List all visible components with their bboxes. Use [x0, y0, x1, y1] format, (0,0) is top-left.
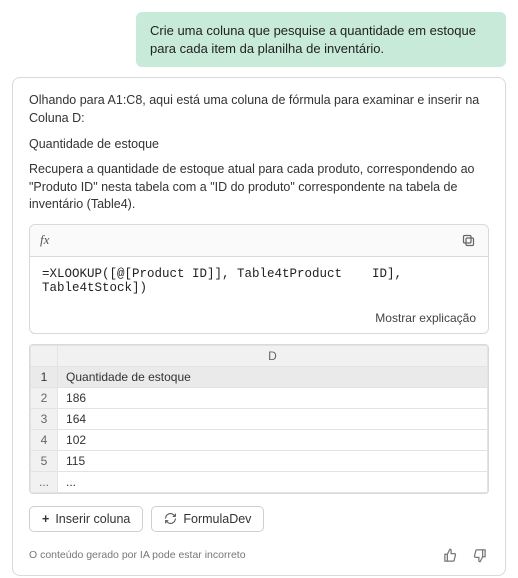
row-number: 2 — [31, 387, 58, 408]
assistant-response-card: Olhando para A1:C8, aqui está uma coluna… — [12, 77, 506, 576]
action-row: + Inserir coluna FormulaDev — [29, 506, 489, 532]
row-number: 3 — [31, 408, 58, 429]
formula-block: fx =XLOOKUP([@[Product ID]], Table4tProd… — [29, 224, 489, 334]
cell: 102 — [58, 429, 488, 450]
refresh-icon — [164, 512, 177, 525]
row-number: ... — [31, 471, 58, 492]
row-number: 1 — [31, 366, 58, 387]
assistant-intro: Olhando para A1:C8, aqui está uma coluna… — [29, 92, 489, 127]
feedback-buttons — [441, 546, 489, 565]
thumbs-down-button[interactable] — [470, 546, 489, 565]
assistant-description: Recupera a quantidade de estoque atual p… — [29, 161, 489, 214]
row-number: 5 — [31, 450, 58, 471]
formula-dev-label: FormulaDev — [183, 512, 251, 526]
plus-icon: + — [42, 512, 49, 526]
cell: 164 — [58, 408, 488, 429]
cell: ... — [58, 471, 488, 492]
row-number: 4 — [31, 429, 58, 450]
thumbs-down-icon — [472, 548, 487, 563]
cell: 115 — [58, 450, 488, 471]
thumbs-up-icon — [443, 548, 458, 563]
formula-text: =XLOOKUP([@[Product ID]], Table4tProduct… — [30, 257, 488, 305]
table-corner — [31, 345, 58, 366]
user-message-text: Crie uma coluna que pesquise a quantidad… — [150, 23, 476, 56]
formula-header: fx — [30, 225, 488, 257]
column-header: D — [58, 345, 488, 366]
footer-row: O conteúdo gerado por IA pode estar inco… — [29, 546, 489, 565]
cell: 186 — [58, 387, 488, 408]
ai-disclaimer: O conteúdo gerado por IA pode estar inco… — [29, 549, 246, 561]
formula-dev-button[interactable]: FormulaDev — [151, 506, 264, 532]
copy-formula-button[interactable] — [459, 231, 478, 250]
preview-table: D 1 Quantidade de estoque 2 186 3 164 4 … — [29, 344, 489, 494]
show-explanation-link[interactable]: Mostrar explicação — [375, 311, 476, 325]
thumbs-up-button[interactable] — [441, 546, 460, 565]
insert-column-label: Inserir coluna — [55, 512, 130, 526]
user-message-bubble: Crie uma coluna que pesquise a quantidad… — [136, 12, 506, 67]
cell: Quantidade de estoque — [58, 366, 488, 387]
copy-icon — [461, 233, 476, 248]
insert-column-button[interactable]: + Inserir coluna — [29, 506, 143, 532]
column-title: Quantidade de estoque — [29, 137, 489, 151]
fx-label: fx — [40, 232, 49, 248]
